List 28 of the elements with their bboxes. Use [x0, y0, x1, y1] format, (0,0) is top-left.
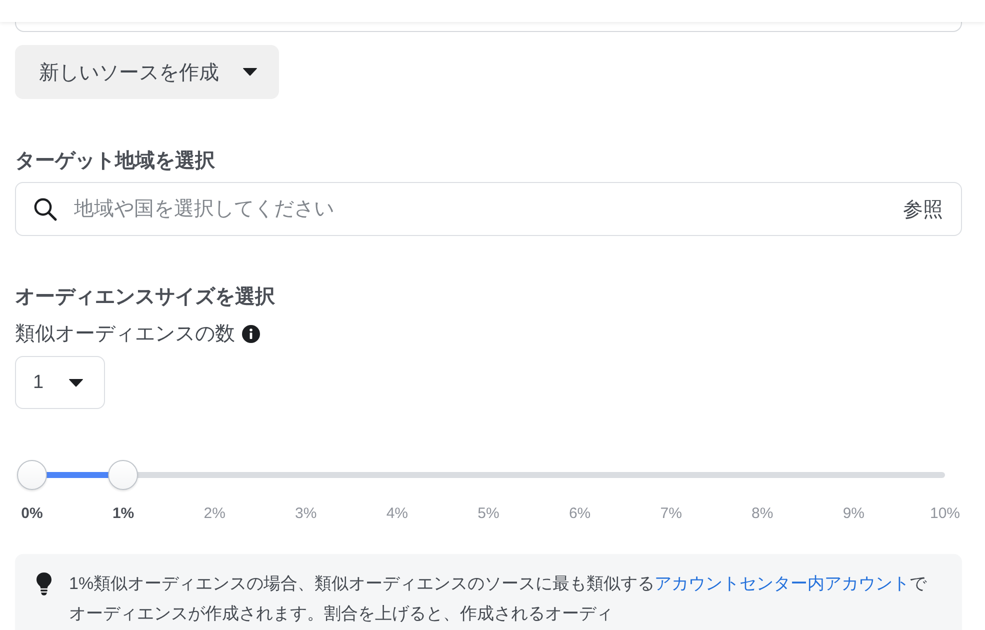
tick-label: 8% [752, 504, 774, 524]
account-link[interactable]: アカウントセンター内アカウント [654, 574, 910, 593]
browse-button[interactable]: 参照 [903, 196, 943, 222]
tick-label: 0% [21, 504, 43, 524]
info-icon[interactable] [242, 325, 260, 343]
search-field[interactable]: 地域や国を選択してください 参照 [15, 182, 962, 236]
count-select[interactable]: 1 [15, 356, 105, 409]
tick-label: 10% [930, 504, 960, 524]
info-text: 1%類似オーディエンスの場合、類似オーディエンスのソースに最も類似する アカウントセンター内アカウント でオーディエンスが作成されます。割合を上げると、作成されるオーディ [69, 573, 928, 625]
input-field[interactable] [15, 22, 962, 32]
section-heading: ターゲット地域を選択 [15, 149, 216, 173]
search-icon [33, 197, 57, 221]
tick-label: 2% [204, 504, 226, 524]
caret-icon [68, 378, 83, 386]
tick-label: 4% [386, 504, 408, 524]
slider-thumb[interactable] [17, 460, 47, 490]
tick-label: 3% [295, 504, 317, 524]
field-label: 類似オーディエンスの数 [15, 322, 235, 346]
tick-label: 7% [660, 504, 682, 524]
caret-icon [243, 68, 257, 76]
create-source-button[interactable]: 新しいソースを作成 [15, 45, 279, 99]
section-heading: オーディエンスサイズを選択 [15, 285, 276, 309]
tick-label: 5% [478, 504, 500, 524]
tick-label: 9% [842, 504, 865, 524]
tick-label: 1% [112, 504, 134, 524]
slider-thumb[interactable] [108, 460, 138, 490]
tick-label: 6% [568, 504, 591, 524]
lightbulb-icon [36, 572, 52, 596]
